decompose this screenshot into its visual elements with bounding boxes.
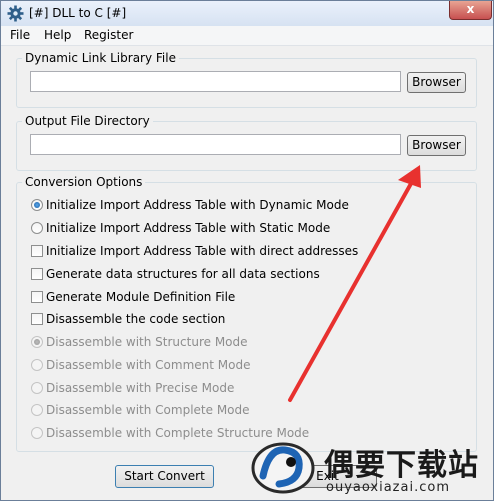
close-icon: x [466, 2, 475, 16]
option-label: Initialize Import Address Table with Sta… [46, 221, 331, 235]
start-convert-button[interactable]: Start Convert [115, 465, 214, 488]
option-label: Initialize Import Address Table with Dyn… [46, 198, 349, 212]
title-bar[interactable]: [#] DLL to C [#] x [1, 1, 493, 26]
option-label: Generate Module Definition File [46, 290, 236, 304]
output-browse-button[interactable]: Browser [407, 135, 466, 156]
menu-help[interactable]: Help [44, 28, 71, 42]
option-label: Disassemble with Structure Mode [46, 335, 248, 349]
radio-button [31, 222, 43, 234]
app-window: [#] DLL to C [#] x File Help Register Dy… [0, 0, 494, 501]
radio-button [31, 199, 43, 211]
menu-register[interactable]: Register [84, 28, 133, 42]
option-label: Generate data structures for all data se… [46, 267, 320, 281]
checkbox [31, 313, 43, 325]
close-button[interactable]: x [449, 1, 492, 20]
radio-dot [34, 202, 40, 208]
radio-dot [34, 339, 40, 345]
option-label: Disassemble with Comment Mode [46, 358, 251, 372]
checkbox [31, 291, 43, 303]
radio-button [31, 427, 43, 439]
radio-button [31, 382, 43, 394]
watermark-logo [251, 442, 315, 494]
gear-icon [7, 5, 24, 22]
dll-file-input[interactable] [30, 71, 401, 92]
option-label: Disassemble with Precise Mode [46, 381, 235, 395]
output-dir-input[interactable] [30, 134, 401, 155]
option-label: Disassemble the code section [46, 312, 226, 326]
checkbox [31, 268, 43, 280]
radio-button [31, 404, 43, 416]
radio-button [31, 336, 43, 348]
option-label: Initialize Import Address Table with dir… [46, 244, 359, 258]
watermark-url: ouyaoxiazai.com [326, 480, 450, 495]
conversion-options-label: Conversion Options [22, 175, 146, 189]
option-label: Disassemble with Complete Mode [46, 403, 250, 417]
watermark-brand-text: 偶要下载站 [324, 448, 479, 483]
dll-file-group-label: Dynamic Link Library File [22, 51, 179, 65]
output-dir-group-label: Output File Directory [22, 114, 153, 128]
checkbox [31, 245, 43, 257]
menu-file[interactable]: File [10, 28, 30, 42]
dll-browse-button[interactable]: Browser [407, 72, 466, 93]
window-title: [#] DLL to C [#] [29, 6, 127, 20]
menu-bar: File Help Register [1, 26, 493, 46]
radio-button [31, 359, 43, 371]
